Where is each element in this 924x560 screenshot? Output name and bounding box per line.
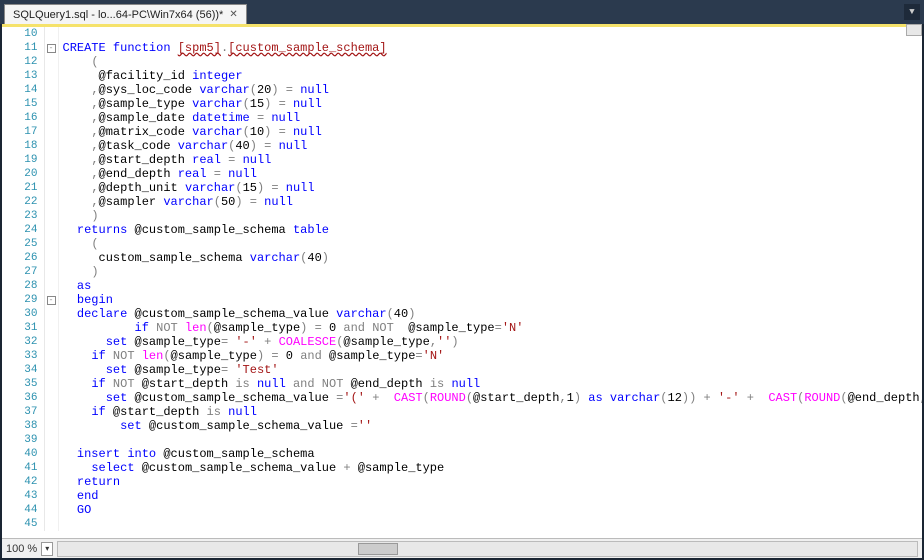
tab-title: SQLQuery1.sql - lo...64-PC\Win7x64 (56))… — [13, 9, 223, 21]
fold-toggle[interactable]: - — [47, 296, 56, 305]
editor: 10 11 - CREATE function [spm5].[custom_s… — [0, 24, 924, 560]
code-area[interactable]: 10 11 - CREATE function [spm5].[custom_s… — [2, 24, 922, 538]
file-tab[interactable]: SQLQuery1.sql - lo...64-PC\Win7x64 (56))… — [4, 4, 247, 24]
line-number: 10 — [2, 27, 44, 41]
tab-bar: SQLQuery1.sql - lo...64-PC\Win7x64 (56))… — [0, 0, 924, 24]
status-bar: 100 % ▾ — [2, 538, 922, 558]
zoom-level: 100 % — [6, 543, 37, 555]
scrollbar-thumb[interactable] — [358, 543, 398, 555]
close-icon[interactable]: ✕ — [229, 9, 237, 20]
fold-toggle[interactable]: - — [47, 44, 56, 53]
tab-overflow-dropdown[interactable]: ▼ — [904, 4, 920, 20]
zoom-dropdown[interactable]: ▾ — [41, 542, 53, 556]
split-handle[interactable] — [906, 24, 922, 36]
horizontal-scrollbar[interactable] — [57, 541, 918, 557]
